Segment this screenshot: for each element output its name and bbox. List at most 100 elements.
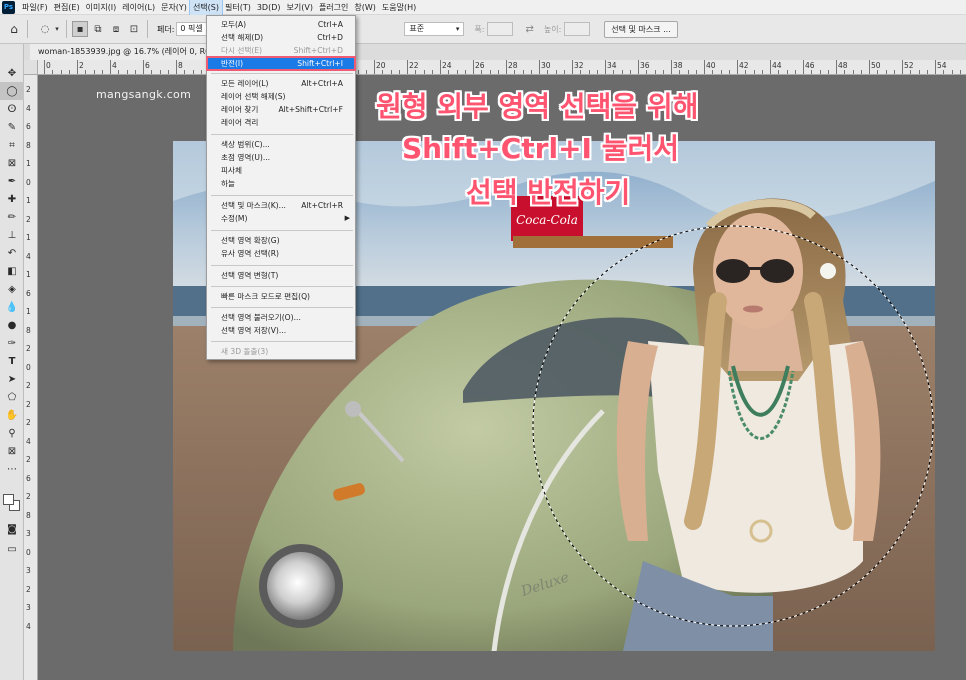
dropdown-menu-item[interactable]: 선택 해제(D) Ctrl+D [207,31,355,44]
move-tool-icon[interactable]: ✥ [0,64,24,82]
crop-tool-icon[interactable]: ⌗ [0,136,24,154]
ruler-tick [110,60,111,74]
menu-item[interactable]: 창(W) [351,0,379,15]
ruler-label: 3 [26,603,31,612]
ruler-label: 4 [26,436,31,446]
ruler-tick [827,70,829,74]
ruler-label: 1 [26,233,31,242]
menu-item[interactable]: 플러그인 [316,0,351,15]
eyedropper-tool-icon[interactable]: ✒ [0,172,24,190]
ruler-tick [555,70,557,74]
dropdown-menu-item[interactable]: 새 3D 돌출(3) [207,345,355,358]
menu-item-shortcut: Shift+Ctrl+D [293,46,343,55]
menu-item[interactable]: 레이어(L) [119,0,158,15]
dropdown-menu-item[interactable]: 피사체 [207,164,355,177]
pen-tool-icon[interactable]: ✑ [0,334,24,352]
select-and-mask-button[interactable]: 선택 및 마스크 ... [604,20,678,38]
dropdown-menu-item[interactable]: 초점 영역(U)... [207,151,355,164]
menu-separator [211,73,353,74]
menu-separator [211,341,353,342]
quick-mask-mode-icon[interactable]: ◙ [0,520,24,538]
ruler-tick [423,70,425,74]
height-input[interactable] [564,22,591,36]
menu-item[interactable]: 편집(E) [51,0,83,15]
ruler-tick [44,60,45,74]
menu-item[interactable]: 3D(D) [254,0,284,15]
dropdown-menu-item[interactable]: 레이어 선택 해제(S) [207,90,355,103]
shape-tool-icon[interactable]: ⬠ [0,388,24,406]
zoom-tool-icon[interactable]: ⚲ [0,424,24,442]
menu-separator [211,134,353,135]
dropdown-menu-item[interactable]: 선택 및 마스크(K)... Alt+Ctrl+R [207,199,355,212]
menu-item[interactable]: 필터(T) [222,0,254,15]
blur-tool-icon[interactable]: 💧 [0,298,24,316]
dropdown-menu-item[interactable]: 선택 영역 저장(V)... [207,324,355,337]
quick-selection-tool-icon[interactable]: ✎ [0,118,24,136]
swap-icon[interactable]: ⇄ [525,24,533,35]
more-tools-icon[interactable]: ⋯ [0,460,24,478]
new-selection-icon[interactable]: ▪ [72,21,88,37]
elliptical-marquee-tool-icon[interactable]: ◯ [0,82,24,100]
paint-bucket-tool-icon[interactable]: ◈ [0,280,24,298]
width-input[interactable] [487,22,514,36]
menu-item[interactable]: 도움말(H) [379,0,419,15]
foreground-color-swatch[interactable] [3,494,14,505]
dropdown-menu-item[interactable]: 선택 영역 확장(G) [207,234,355,247]
menu-item[interactable]: 선택(S) [188,0,223,16]
dropdown-menu-item[interactable]: 빠른 마스크 모드로 편집(Q) [207,290,355,303]
dodge-tool-icon[interactable]: ● [0,316,24,334]
ruler-label: 1 [26,159,31,168]
menu-separator [211,286,353,287]
menu-item[interactable]: 파일(F) [19,0,51,15]
style-select[interactable]: 표준 ▾ [404,22,465,36]
type-tool-icon[interactable]: T [0,352,24,370]
frame-tool-icon[interactable]: ⊠ [0,154,24,172]
dropdown-menu-item[interactable]: 수정(M) ▶ [207,212,355,225]
ruler-tick [60,70,62,74]
menu-item[interactable]: 보기(V) [284,0,316,15]
home-icon[interactable]: ⌂ [6,21,22,37]
add-selection-icon[interactable]: ⧉ [90,21,106,37]
dropdown-menu-item[interactable]: 모든 레이어(L) Alt+Ctrl+A [207,77,355,90]
dropdown-menu-item[interactable]: 유사 영역 선택(R) [207,247,355,260]
dropdown-menu-item[interactable]: 선택 영역 변형(T) [207,269,355,282]
lasso-tool-icon[interactable]: ⵙ [0,100,24,118]
brush-tool-icon[interactable]: ✏ [0,208,24,226]
elliptical-marquee-preset-icon[interactable]: ◌ [37,21,53,37]
ruler-tick [176,60,177,74]
dropdown-menu-item[interactable]: 레이어 격리 [207,116,355,129]
ruler-label: 2 [26,85,31,94]
chevron-down-icon[interactable]: ▾ [53,21,61,37]
subtract-selection-icon[interactable]: ⧈ [108,21,124,37]
ruler-tick [473,60,474,74]
dropdown-menu-item[interactable]: 다시 선택(E) Shift+Ctrl+D [207,44,355,57]
menu-item-label: 빠른 마스크 모드로 편집(Q) [221,292,311,301]
healing-brush-tool-icon[interactable]: ✚ [0,190,24,208]
dropdown-menu-item[interactable]: 하늘 [207,177,355,190]
canvas-area[interactable]: mangsangk.com Coca-Cola Deluxe 원형 외부 영역 … [38,75,966,680]
clone-stamp-tool-icon[interactable]: ⊥ [0,226,24,244]
ruler-tick [885,70,887,74]
ruler-label: 2 [26,492,31,501]
ruler-tick [712,70,714,74]
ruler-label: 40 [706,61,716,70]
screen-mode-icon[interactable]: ▭ [0,540,24,558]
eraser-tool-icon[interactable]: ◧ [0,262,24,280]
quick-mask-frame-icon[interactable]: ⊠ [0,442,24,460]
menu-item-inverse[interactable]: 반전(I) Shift+Ctrl+I [206,56,356,71]
ruler-tick [448,70,450,74]
path-selection-tool-icon[interactable]: ➤ [0,370,24,388]
intersect-selection-icon[interactable]: ⊡ [126,21,142,37]
menu-item-shortcut: Ctrl+A [317,20,343,29]
history-brush-tool-icon[interactable]: ↶ [0,244,24,262]
dropdown-menu-item[interactable]: 레이어 찾기 Alt+Shift+Ctrl+F [207,103,355,116]
hand-tool-icon[interactable]: ✋ [0,406,24,424]
ruler-label: 52 [904,61,914,70]
caption-line-2: Shift+Ctrl+I 눌러서 [402,132,679,165]
menu-item[interactable]: 문자(Y) [158,0,190,15]
dropdown-menu-item[interactable]: 색상 범위(C)... [207,138,355,151]
dropdown-menu-item[interactable]: 선택 영역 불러오기(O)... [207,311,355,324]
menu-item[interactable]: 이미지(I) [83,0,120,15]
menu-item-label: 선택 영역 확장(G) [221,236,280,245]
dropdown-menu-item[interactable]: 모두(A) Ctrl+A [207,18,355,31]
